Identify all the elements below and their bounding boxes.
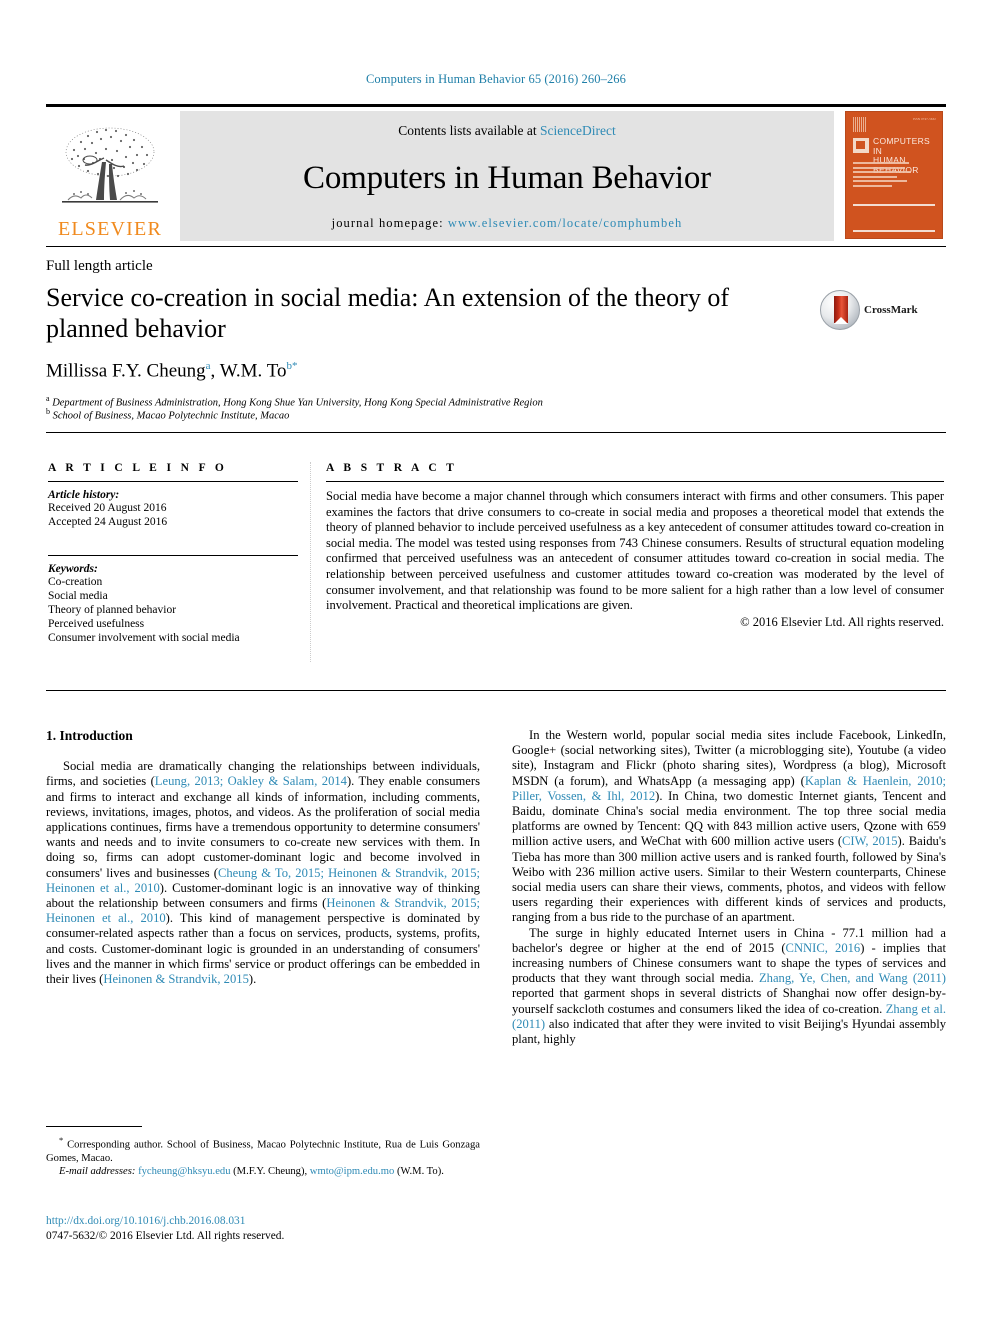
body-column-right: In the Western world, popular social med… bbox=[512, 728, 946, 1047]
section-heading-introduction: 1. Introduction bbox=[46, 728, 133, 743]
doi-link[interactable]: http://dx.doi.org/10.1016/j.chb.2016.08.… bbox=[46, 1214, 480, 1229]
abstract-band-bottom-rule bbox=[46, 690, 946, 691]
email-addresses-label: E-mail addresses: bbox=[59, 1165, 136, 1177]
contents-prefix: Contents lists available at bbox=[398, 123, 540, 138]
article-page: Computers in Human Behavior 65 (2016) 26… bbox=[0, 0, 992, 1323]
citation-link[interactable]: Heinonen & Strandvik, 2015 bbox=[103, 972, 249, 986]
keyword-item: Consumer involvement with social media bbox=[48, 632, 240, 644]
journal-masthead: ELSEVIER Contents lists available at Sci… bbox=[46, 104, 946, 241]
article-info-rule bbox=[48, 481, 298, 482]
article-info-heading: A R T I C L E I N F O bbox=[48, 462, 228, 474]
homepage-prefix: journal homepage: bbox=[331, 216, 448, 230]
email-link-to[interactable]: wmto@ipm.edu.mo bbox=[310, 1166, 395, 1177]
keywords-label: Keywords: bbox=[48, 563, 98, 575]
sciencedirect-link[interactable]: ScienceDirect bbox=[540, 123, 616, 138]
doi-footer: http://dx.doi.org/10.1016/j.chb.2016.08.… bbox=[46, 1214, 480, 1243]
author-1[interactable]: Millissa F.Y. Cheung bbox=[46, 360, 206, 381]
crossmark-label: CrossMark bbox=[864, 304, 918, 316]
crossmark-badge[interactable]: CrossMark bbox=[820, 290, 918, 330]
paragraph-text: ). They enable consumers and firms to in… bbox=[46, 774, 480, 880]
keywords-rule bbox=[48, 555, 298, 556]
body-paragraph: The surge in highly educated Internet us… bbox=[512, 926, 946, 1048]
crossmark-icon bbox=[820, 290, 860, 330]
footnote-corresponding-text: Corresponding author. School of Business… bbox=[46, 1139, 480, 1164]
masthead-center-panel: Contents lists available at ScienceDirec… bbox=[180, 111, 834, 241]
abstract-band-top-rule bbox=[46, 432, 946, 433]
cover-elsevier-mark-icon bbox=[853, 117, 866, 132]
abstract-column-separator bbox=[310, 462, 311, 662]
body-paragraph: Social media are dramatically changing t… bbox=[46, 759, 480, 987]
journal-title: Computers in Human Behavior bbox=[303, 160, 711, 196]
corresponding-author-mark: * bbox=[292, 360, 298, 372]
paragraph-text: ). bbox=[248, 972, 257, 987]
body-paragraph: In the Western world, popular social med… bbox=[512, 728, 946, 926]
issn-copyright-line: 0747-5632/© 2016 Elsevier Ltd. All right… bbox=[46, 1229, 285, 1242]
paragraph-text: also indicated that after they were invi… bbox=[512, 1016, 946, 1047]
author-2[interactable]: W.M. To bbox=[220, 360, 287, 381]
abstract-text: Social media have become a major channel… bbox=[326, 489, 944, 613]
author-list: Millissa F.Y. Cheunga, W.M. Tob* bbox=[46, 360, 298, 382]
affiliation-a-mark: a bbox=[46, 394, 50, 403]
page-title: Service co-creation in social media: An … bbox=[46, 283, 729, 343]
author-separator: , bbox=[210, 360, 220, 382]
article-history-accepted: Accepted 24 August 2016 bbox=[48, 516, 168, 528]
affiliation-b-mark: b bbox=[46, 407, 50, 416]
elsevier-tree-icon bbox=[62, 127, 158, 203]
keyword-item: Theory of planned behavior bbox=[48, 604, 177, 616]
elsevier-logo: ELSEVIER bbox=[46, 111, 174, 241]
keyword-item: Perceived usefulness bbox=[48, 618, 145, 630]
cover-editor-lines bbox=[853, 162, 914, 189]
abstract-column: A B S T R A C T Social media have become… bbox=[326, 462, 944, 630]
keyword-item: Social media bbox=[48, 590, 108, 602]
citation-link[interactable]: CNNIC, 2016 bbox=[786, 941, 861, 955]
corresponding-author-footnote: * Corresponding author. School of Busine… bbox=[46, 1126, 480, 1178]
article-info-column: A R T I C L E I N F O Article history: R… bbox=[48, 462, 298, 645]
email-owner-to: (W.M. To). bbox=[394, 1165, 444, 1177]
contents-available-line: Contents lists available at ScienceDirec… bbox=[398, 123, 615, 139]
running-head: Computers in Human Behavior 65 (2016) 26… bbox=[365, 72, 627, 86]
cover-rule-lower bbox=[853, 230, 935, 232]
footnote-rule bbox=[46, 1126, 142, 1127]
citation-link[interactable]: CIW, 2015 bbox=[842, 834, 898, 848]
abstract-rule bbox=[326, 481, 944, 482]
elsevier-wordmark: ELSEVIER bbox=[57, 218, 163, 240]
title-divider bbox=[46, 246, 946, 247]
abstract-copyright: © 2016 Elsevier Ltd. All rights reserved… bbox=[740, 614, 944, 629]
affiliation-b-text: School of Business, Macao Polytechnic In… bbox=[52, 410, 290, 422]
citation-link[interactable]: Leung, 2013; Oakley & Salam, 2014 bbox=[155, 774, 347, 788]
footnote-corresponding-line: * Corresponding author. School of Busine… bbox=[46, 1134, 480, 1165]
article-type-label: Full length article bbox=[46, 258, 153, 274]
email-link-cheung[interactable]: fycheung@hksyu.edu bbox=[138, 1166, 230, 1177]
cover-corner-note: ISSN 0747-5632 bbox=[912, 117, 936, 121]
cover-rule-upper bbox=[853, 204, 935, 206]
article-history-label: Article history: bbox=[48, 489, 120, 501]
journal-cover-thumbnail: ISSN 0747-5632 COMPUTERS IN HUMAN BEHAVIO… bbox=[842, 111, 946, 241]
citation-link[interactable]: Zhang, Ye, Chen, and Wang (2011) bbox=[759, 971, 946, 985]
keyword-item: Co-creation bbox=[48, 576, 103, 588]
cover-badge-icon bbox=[853, 138, 869, 153]
journal-homepage-link[interactable]: www.elsevier.com/locate/comphumbeh bbox=[448, 216, 682, 230]
body-column-left: 1. Introduction Social media are dramati… bbox=[46, 728, 480, 987]
paragraph-text: reported that garment shops in several d… bbox=[512, 986, 946, 1016]
email-owner-cheung: (M.F.Y. Cheung), bbox=[230, 1165, 310, 1177]
footnote-email-line: E-mail addresses: fycheung@hksyu.edu (M.… bbox=[46, 1165, 480, 1178]
abstract-heading: A B S T R A C T bbox=[326, 462, 458, 474]
cover-title-line1: COMPUTERS IN bbox=[873, 136, 931, 156]
journal-homepage-line: journal homepage: www.elsevier.com/locat… bbox=[332, 216, 683, 231]
article-history-received: Received 20 August 2016 bbox=[48, 502, 167, 514]
affiliation-b: b School of Business, Macao Polytechnic … bbox=[46, 405, 289, 423]
